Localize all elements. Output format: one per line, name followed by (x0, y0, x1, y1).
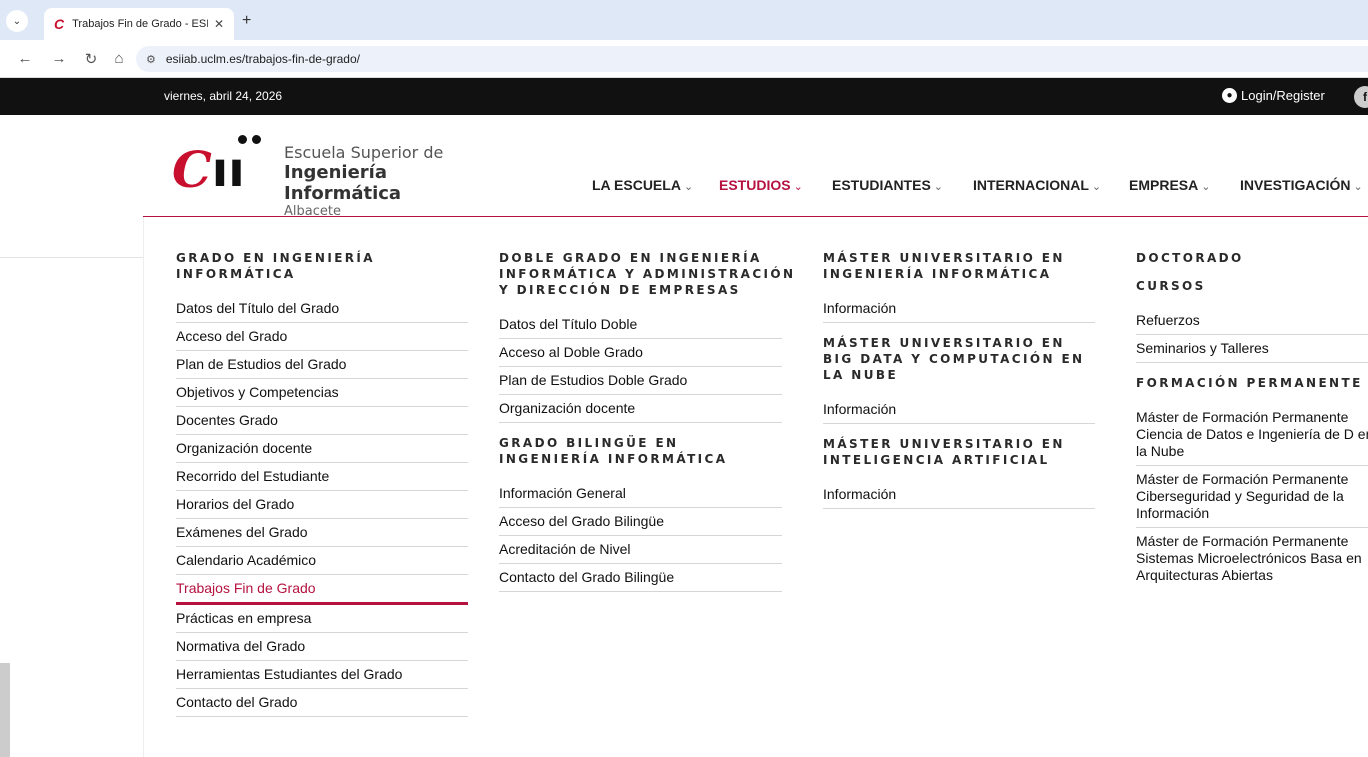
link-trabajos-fin-grado[interactable]: Trabajos Fin de Grado (176, 575, 468, 605)
nav-item-estudiantes[interactable]: ESTUDIANTES ⌄ (832, 177, 943, 193)
link-acreditacion-nivel[interactable]: Acreditación de Nivel (499, 536, 782, 564)
heading-grado-bilingue: GRADO BILINGÜE EN INGENIERÍA INFORMÁTICA (499, 436, 728, 466)
link-horarios-grado[interactable]: Horarios del Grado (176, 491, 468, 519)
home-icon[interactable]: ⌂ (110, 50, 128, 67)
heading-cursos: CURSOS (1136, 279, 1206, 293)
mega-col-doble-grado: DOBLE GRADO EN INGENIERÍA INFORMÁTICA Y … (499, 250, 793, 592)
link-acceso-grado-bilingue[interactable]: Acceso del Grado Bilingüe (499, 508, 782, 536)
site-topbar: viernes, abril 24, 2026 ● Login/Register (0, 78, 1368, 115)
heading-master-ia: MÁSTER UNIVERSITARIO EN INTELIGENCIA ART… (823, 437, 1065, 467)
link-datos-titulo-doble[interactable]: Datos del Título Doble (499, 311, 782, 339)
chevron-down-icon: ⌄ (1091, 181, 1102, 193)
nav-item-investigacion[interactable]: INVESTIGACIÓN ⌄ (1240, 177, 1363, 193)
link-master-ciencia-datos[interactable]: Máster de Formación Permanente Ciencia d… (1136, 404, 1368, 466)
link-refuerzos[interactable]: Refuerzos (1136, 307, 1368, 335)
close-tab-icon[interactable]: ✕ (214, 17, 224, 31)
main-navigation: LA ESCUELA ⌄ ESTUDIOS ⌄ ESTUDIANTES ⌄ INTER… (0, 177, 1368, 197)
tab-title: Trabajos Fin de Grado - ESIIAB (72, 18, 208, 30)
link-plan-estudios-doble[interactable]: Plan de Estudios Doble Grado (499, 367, 782, 395)
esiiab-favicon-icon: C (54, 16, 65, 32)
heading-doctorado[interactable]: DOCTORADO (1136, 250, 1368, 266)
link-acceso-doble-grado[interactable]: Acceso al Doble Grado (499, 339, 782, 367)
link-info-master-informatica[interactable]: Información (823, 295, 1095, 323)
logo-dots-icon (236, 135, 266, 145)
estudios-mega-menu: GRADO EN INGENIERÍA INFORMÁTICA Datos de… (143, 217, 1368, 757)
nav-item-estudios[interactable]: ESTUDIOS ⌄ (719, 177, 803, 193)
login-register-link[interactable]: ● Login/Register (1222, 88, 1325, 103)
link-objetivos-competencias[interactable]: Objetivos y Competencias (176, 379, 468, 407)
back-arrow-icon[interactable]: ← (16, 50, 34, 67)
link-organizacion-docente-doble[interactable]: Organización docente (499, 395, 782, 423)
page-background-strip (0, 218, 143, 258)
heading-master-big-data: MÁSTER UNIVERSITARIO EN BIG DATA Y COMPU… (823, 336, 1085, 382)
link-info-master-big-data[interactable]: Información (823, 396, 1095, 424)
mega-col-doctorado: DOCTORADO CURSOS Refuerzos Seminarios y … (1136, 250, 1368, 589)
link-contacto-grado[interactable]: Contacto del Grado (176, 689, 468, 717)
forward-arrow-icon[interactable]: → (50, 50, 68, 67)
current-date: viernes, abril 24, 2026 (164, 89, 283, 103)
chevron-down-icon: ⌄ (933, 181, 944, 193)
link-informacion-general-bilingue[interactable]: Información General (499, 480, 782, 508)
chevron-down-icon: ⌄ (1353, 181, 1363, 193)
link-plan-estudios-grado[interactable]: Plan de Estudios del Grado (176, 351, 468, 379)
browser-tab[interactable]: C Trabajos Fin de Grado - ESIIAB ✕ (44, 8, 234, 40)
logo-line-1: Escuela Superior de (284, 143, 444, 162)
link-examenes-grado[interactable]: Exámenes del Grado (176, 519, 468, 547)
chevron-down-icon: ⌄ (1201, 181, 1211, 193)
mega-col-grado: GRADO EN INGENIERÍA INFORMÁTICA Datos de… (176, 250, 468, 717)
link-seminarios-talleres[interactable]: Seminarios y Talleres (1136, 335, 1368, 363)
link-normativa-grado[interactable]: Normativa del Grado (176, 633, 468, 661)
heading-formacion-permanente: FORMACIÓN PERMANENTE (1136, 376, 1363, 390)
link-herramientas-estudiantes[interactable]: Herramientas Estudiantes del Grado (176, 661, 468, 689)
link-contacto-grado-bilingue[interactable]: Contacto del Grado Bilingüe (499, 564, 782, 592)
link-docentes-grado[interactable]: Docentes Grado (176, 407, 468, 435)
scroll-shade (0, 663, 10, 757)
nav-item-la-escuela[interactable]: LA ESCUELA ⌄ (592, 177, 693, 193)
site-header: Cıı Escuela Superior de Ingeniería Infor… (0, 115, 1368, 222)
reload-icon[interactable]: ↻ (82, 50, 100, 68)
link-datos-titulo-grado[interactable]: Datos del Título del Grado (176, 295, 468, 323)
link-practicas-empresa[interactable]: Prácticas en empresa (176, 605, 468, 633)
chevron-down-icon: ⌄ (683, 181, 694, 193)
link-acceso-grado[interactable]: Acceso del Grado (176, 323, 468, 351)
heading-master-informatica: MÁSTER UNIVERSITARIO EN INGENIERÍA INFOR… (823, 251, 1065, 281)
link-master-microelectronicos[interactable]: Máster de Formación Permanente Sistemas … (1136, 528, 1368, 589)
link-calendario-academico[interactable]: Calendario Académico (176, 547, 468, 575)
url-text: esiiab.uclm.es/trabajos-fin-de-grado/ (165, 52, 360, 66)
header-accent-line (143, 216, 1368, 217)
heading-grado-informatica: GRADO EN INGENIERÍA INFORMÁTICA (176, 251, 375, 281)
address-bar[interactable]: ⚙ esiiab.uclm.es/trabajos-fin-de-grado/ (136, 46, 1368, 72)
browser-tabstrip: ⌄ C Trabajos Fin de Grado - ESIIAB ✕ + (0, 0, 1368, 40)
heading-doble-grado: DOBLE GRADO EN INGENIERÍA INFORMÁTICA Y … (499, 251, 796, 297)
nav-item-empresa[interactable]: EMPRESA ⌄ (1129, 177, 1210, 193)
tab-search-chevron-icon[interactable]: ⌄ (6, 10, 28, 32)
link-recorrido-estudiante[interactable]: Recorrido del Estudiante (176, 463, 468, 491)
site-info-icon[interactable]: ⚙ (146, 53, 156, 66)
link-info-master-ia[interactable]: Información (823, 481, 1095, 509)
new-tab-plus-icon[interactable]: + (242, 12, 251, 30)
chevron-down-icon: ⌄ (793, 181, 803, 193)
user-circle-icon: ● (1222, 88, 1237, 103)
nav-item-internacional[interactable]: INTERNACIONAL ⌄ (973, 177, 1101, 193)
login-label: Login/Register (1241, 88, 1325, 103)
mega-col-masteres: MÁSTER UNIVERSITARIO EN INGENIERÍA INFOR… (823, 250, 1095, 509)
link-master-ciberseguridad[interactable]: Máster de Formación Permanente Cibersegu… (1136, 466, 1368, 528)
browser-toolbar: ← → ↻ ⌂ ⚙ esiiab.uclm.es/trabajos-fin-de… (0, 40, 1368, 78)
link-organizacion-docente[interactable]: Organización docente (176, 435, 468, 463)
